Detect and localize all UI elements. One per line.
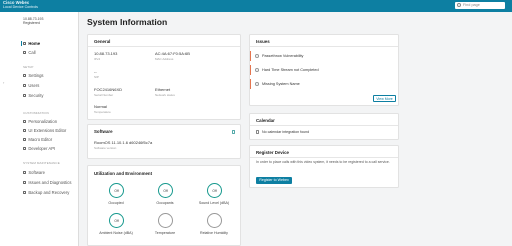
temperature-gauge: [158, 213, 173, 228]
sidebar-item-personalization[interactable]: Personalization: [23, 119, 57, 124]
serial-value: FOC2416N6XD: [94, 87, 123, 92]
software-title: Software: [94, 129, 113, 134]
ambient-noise-gauge: Off: [109, 213, 124, 228]
divider: [88, 46, 240, 47]
macro-icon: [23, 137, 27, 142]
brand: Cisco Webex Local Device Controls: [3, 0, 38, 10]
backup-icon: [23, 190, 27, 195]
sound-level-gauge: Off: [207, 183, 222, 198]
mac-value: AC:4A:67:F0:5A:6B: [155, 51, 190, 56]
active-indicator: [21, 41, 22, 46]
device-status: Registered: [23, 21, 40, 26]
info-icon: [255, 82, 259, 86]
brand-subtitle: Local Device Controls: [3, 5, 38, 10]
phone-icon: [23, 50, 27, 55]
software-card: Software RoomOS 11.10.1.6 d60246f5c7a So…: [87, 124, 241, 159]
temperature-label: Temperature: [94, 109, 111, 114]
general-card: General 10.88.73.193 IPv4 AC:4A:67:F0:5A…: [87, 34, 241, 120]
issue-item[interactable]: Hard Time Stream not Completed: [250, 65, 399, 75]
temperature-gauge-label: Temperature: [154, 231, 176, 235]
mac-label: MAC Address: [155, 56, 174, 61]
calendar-title: Calendar: [256, 118, 275, 123]
serial-label: Serial Number: [94, 92, 114, 97]
sidebar-item-issues[interactable]: Issues and Diagnostics: [23, 180, 71, 185]
home-icon: [23, 41, 27, 46]
humidity-label: Relative Humidity: [200, 231, 228, 235]
diagnostics-icon: [23, 180, 27, 185]
sidebar-item-macro-editor[interactable]: Macro Editor: [23, 137, 52, 142]
sidebar-item-settings[interactable]: Settings: [23, 73, 44, 78]
info-icon: [255, 68, 259, 72]
utilization-card: Utilization and Environment Off Occupied…: [87, 165, 241, 246]
calendar-card: Calendar No calendar integration found: [249, 113, 399, 140]
issues-title: Issues: [256, 39, 270, 44]
issue-item[interactable]: Passethrow Vulnerability: [250, 51, 399, 61]
occupants-gauge: Off: [158, 183, 173, 198]
ip-label: IPv4: [94, 56, 101, 61]
network-label: Network status: [155, 92, 175, 97]
extensions-icon: [23, 128, 27, 133]
sidebar-item-backup[interactable]: Backup and Recovery: [23, 190, 69, 195]
sidebar-item-ui-extensions[interactable]: UI Extensions Editor: [23, 128, 66, 133]
sidebar-item-developer-api[interactable]: Developer API: [23, 146, 55, 151]
search-icon: [457, 3, 461, 8]
view-more-button[interactable]: View More: [373, 95, 396, 102]
sidebar-item-home[interactable]: Home: [23, 41, 40, 46]
register-description: In order to place calls with this video …: [256, 160, 390, 164]
collapse-icon[interactable]: ›: [3, 80, 4, 85]
sidebar-item-users[interactable]: Users: [23, 83, 39, 88]
section-setup: Setup: [23, 65, 34, 69]
sidebar-item-software[interactable]: Software: [23, 170, 45, 175]
register-title: Register Device: [256, 150, 289, 155]
software-label: Software version: [94, 146, 117, 150]
temperature-value: Normal: [94, 104, 107, 109]
shield-icon: [23, 93, 27, 98]
sidebar-item-call[interactable]: Call: [23, 50, 36, 55]
user-icon: [23, 83, 27, 88]
brush-icon: [23, 119, 27, 124]
page-title: System Information: [87, 17, 168, 27]
issues-card: Issues Passethrow Vulnerability Hard Tim…: [249, 34, 399, 106]
top-bar: Cisco Webex Local Device Controls Find p…: [0, 0, 512, 12]
section-maintenance: System Maintenance: [23, 161, 60, 165]
software-icon: [23, 170, 27, 175]
occupied-label: Occupied: [108, 201, 124, 205]
issue-item[interactable]: Missing System Name: [250, 79, 399, 89]
occupants-label: Occupants: [156, 201, 174, 205]
code-icon: [23, 146, 27, 151]
utilization-title: Utilization and Environment: [94, 171, 153, 176]
sip-label: SIP: [94, 74, 99, 79]
device-info: 10.88.73.193 Registered: [23, 17, 43, 25]
register-button[interactable]: Register to Webex: [256, 177, 292, 184]
section-customization: Customization: [23, 111, 49, 115]
calendar-icon: [256, 130, 260, 134]
copy-icon[interactable]: [232, 130, 236, 134]
search-placeholder: Find page: [463, 3, 480, 8]
sound-level-label: Sound Level (dBA): [198, 201, 230, 205]
calendar-message: No calendar integration found: [262, 130, 310, 134]
ambient-noise-label: Ambient Noise (dBA): [99, 231, 133, 235]
search-box[interactable]: Find page: [455, 2, 505, 9]
software-version: RoomOS 11.10.1.6 d60246f5c7a: [94, 140, 153, 145]
info-icon: [255, 54, 259, 58]
network-value: Ethernet: [155, 87, 171, 92]
occupied-gauge: Off: [109, 183, 124, 198]
general-title: General: [94, 39, 111, 44]
divider: [250, 46, 398, 47]
gear-icon: [23, 73, 27, 78]
humidity-gauge: [207, 213, 222, 228]
register-card: Register Device In order to place calls …: [249, 145, 399, 188]
ip-value: 10.88.73.193: [94, 51, 118, 56]
divider: [250, 157, 398, 158]
divider: [250, 125, 398, 126]
sip-value: --: [94, 69, 97, 74]
sidebar-item-security[interactable]: Security: [23, 93, 44, 98]
